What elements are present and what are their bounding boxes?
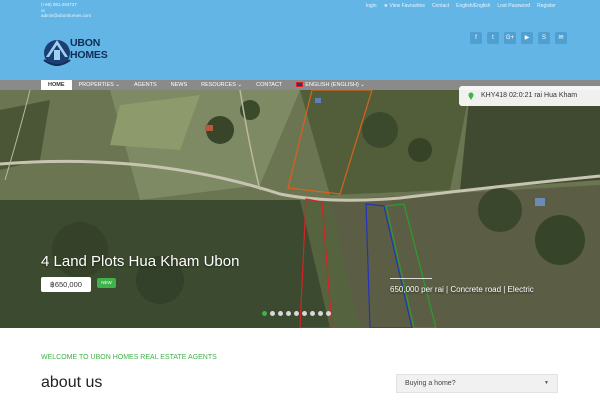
nav-contact[interactable]: CONTACT <box>249 80 289 90</box>
facebook-icon[interactable]: f <box>470 32 482 44</box>
register-link[interactable]: Register <box>537 3 556 9</box>
logo-line-2: HOMES <box>70 49 108 61</box>
google-plus-icon[interactable]: G+ <box>504 32 516 44</box>
login-link[interactable]: login <box>366 3 377 9</box>
nav-home[interactable]: HOME <box>41 80 72 90</box>
logo-text: UBON HOMES <box>70 37 108 61</box>
slider-dot[interactable] <box>270 311 275 316</box>
nav-language-label: ENGLISH (ENGLISH) ⌄ <box>305 82 365 88</box>
contact-info: (+66) 081-253737 or admin@ubonhomes.com <box>41 2 101 19</box>
slider-dot[interactable] <box>326 311 331 316</box>
site-header: (+66) 081-253737 or admin@ubonhomes.com … <box>0 0 600 80</box>
location-pin-icon <box>468 92 474 100</box>
nav-resources[interactable]: RESOURCES ⌄ <box>194 80 249 90</box>
buying-home-dropdown[interactable]: Buying a home? ▼ <box>396 374 558 393</box>
slider-dot[interactable] <box>294 311 299 316</box>
dropdown-label: Buying a home? <box>405 380 456 387</box>
site-logo[interactable]: UBON HOMES <box>42 30 122 76</box>
about-heading: about us <box>41 374 103 391</box>
top-links: login ★ View Favourites Contact English/… <box>366 3 556 9</box>
email-address[interactable]: admin@ubonhomes.com <box>41 13 101 19</box>
slider-pagination <box>262 311 331 316</box>
slider-dot[interactable] <box>262 311 267 316</box>
property-reference[interactable]: KHY418 02:0:21 rai Hua Kham <box>459 86 600 106</box>
social-links: f t G+ ▶ S ✉ <box>470 32 567 44</box>
slider-dot[interactable] <box>318 311 323 316</box>
contact-link[interactable]: Contact <box>432 3 449 9</box>
slider-dot[interactable] <box>286 311 291 316</box>
youtube-icon[interactable]: ▶ <box>521 32 533 44</box>
logo-line-1: UBON <box>70 37 101 49</box>
favourites-label: View Favourites <box>389 3 425 9</box>
slider-dot[interactable] <box>278 311 283 316</box>
property-features: 650,000 per rai | Concrete road | Electr… <box>390 285 534 294</box>
slide-title[interactable]: 4 Land Plots Hua Kham Ubon <box>41 253 239 270</box>
lost-password-link[interactable]: Lost Password <box>497 3 530 9</box>
property-reference-text: KHY418 02:0:21 rai Hua Kham <box>481 92 578 99</box>
caret-down-icon: ▼ <box>544 380 549 386</box>
twitter-icon[interactable]: t <box>487 32 499 44</box>
language-link[interactable]: English/English <box>456 3 490 9</box>
nav-properties[interactable]: PROPERTIES ⌄ <box>72 80 128 90</box>
skype-icon[interactable]: S <box>538 32 550 44</box>
slider-dot[interactable] <box>302 311 307 316</box>
new-badge: NEW <box>97 278 116 288</box>
uk-flag-icon <box>296 82 304 87</box>
logo-mark-icon <box>43 40 71 66</box>
nav-language[interactable]: ENGLISH (ENGLISH) ⌄ <box>289 80 372 90</box>
welcome-heading: WELCOME TO UBON HOMES REAL ESTATE AGENTS <box>41 354 217 361</box>
email-icon[interactable]: ✉ <box>555 32 567 44</box>
slider-dot[interactable] <box>310 311 315 316</box>
features-divider <box>390 278 432 279</box>
favourites-link[interactable]: ★ View Favourites <box>384 3 425 9</box>
nav-agents[interactable]: AGENTS <box>127 80 164 90</box>
price-tag: ฿650,000 <box>41 277 91 292</box>
nav-news[interactable]: NEWS <box>164 80 195 90</box>
